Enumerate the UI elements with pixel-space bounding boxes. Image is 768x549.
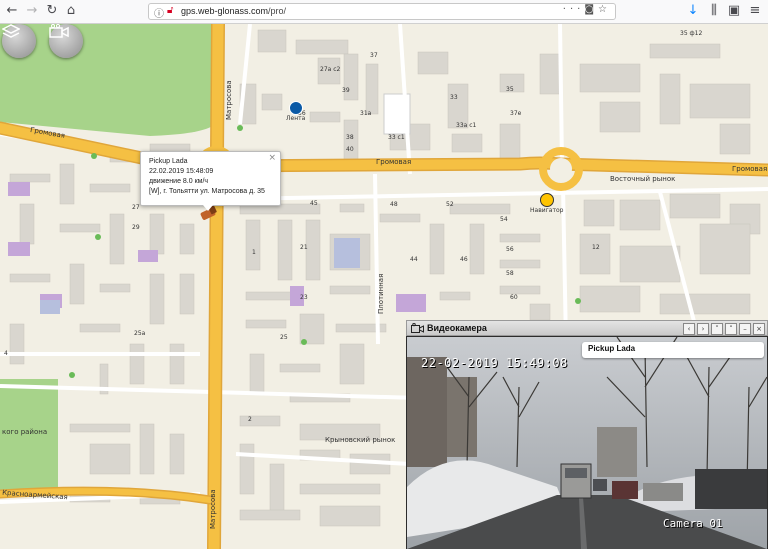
house-number: 25: [280, 334, 288, 341]
bookmark-star-icon[interactable]: ☆: [598, 4, 611, 15]
poi-label-lenta: Лента: [286, 115, 306, 122]
popup-close-button[interactable]: ×: [268, 153, 276, 163]
next-icon[interactable]: ›: [697, 323, 709, 335]
house-number: 45: [310, 200, 318, 207]
sidebar-icon[interactable]: ▣: [726, 3, 742, 19]
house-number: 46: [460, 256, 468, 263]
house-number: 37: [370, 52, 378, 59]
video-camera-icon: [49, 24, 69, 38]
navigator-poi-icon[interactable]: [540, 193, 554, 207]
download-icon[interactable]: ↓: [685, 3, 701, 19]
house-number: 12: [592, 244, 600, 251]
video-vehicle-label: Pickup Lada: [582, 342, 764, 358]
house-number: 23: [300, 294, 308, 301]
house-number: 2: [248, 416, 252, 423]
place-label-park: кого района: [2, 428, 48, 436]
place-label-vostochny: Восточный рынок: [610, 175, 676, 183]
house-number: 60: [510, 294, 518, 301]
house-number: 56: [506, 246, 514, 253]
house-number: 40: [346, 146, 354, 153]
info-icon[interactable]: ⓘ: [154, 5, 164, 20]
browser-toolbar: ← → ↻ ⌂ ⓘ 🔓︎ gps.web-glonass.com/pro/ ··…: [0, 0, 768, 24]
house-number: 27: [132, 204, 140, 211]
window-controls: ‹ › ˅ ˄ – ×: [683, 323, 765, 335]
layers-icon: [2, 24, 20, 38]
video-camera-label: Camera 01: [663, 517, 723, 530]
house-number: 39: [342, 87, 350, 94]
house-number: 1: [252, 249, 256, 256]
lenta-store-icon[interactable]: [289, 101, 303, 115]
house-number: 33а с1: [456, 122, 477, 129]
house-number: 31а: [360, 110, 372, 117]
house-number: 44: [410, 256, 418, 263]
house-number: 48: [390, 201, 398, 208]
house-number: 35: [506, 86, 514, 93]
house-number: 58: [506, 270, 514, 277]
reload-icon[interactable]: ↻: [44, 3, 60, 19]
video-window-header[interactable]: Видеокамера ‹ › ˅ ˄ – ×: [406, 320, 768, 336]
street-label-plotinnaya: Плотинная: [377, 273, 385, 314]
forward-arrow-icon[interactable]: →: [24, 3, 40, 19]
more-actions-icon[interactable]: ···: [563, 4, 585, 15]
map-layers-button[interactable]: [2, 24, 36, 58]
popup-datetime: 22.02.2019 15:48:09: [149, 168, 214, 175]
video-window-title: Видеокамера: [427, 323, 487, 333]
video-frame[interactable]: 22-02-2019 15:49:08 Camera 01: [407, 337, 767, 549]
insecure-lock-icon[interactable]: 🔓︎: [167, 5, 173, 16]
house-number: 27а с2: [320, 66, 341, 73]
house-number: 54: [500, 216, 508, 223]
url-path: /pro/: [268, 6, 287, 16]
address-bar[interactable]: ⓘ 🔓︎ gps.web-glonass.com/pro/ ···◙☆: [148, 3, 616, 20]
house-number: 4: [4, 350, 8, 357]
close-icon[interactable]: ×: [753, 323, 765, 335]
prev-icon[interactable]: ‹: [683, 323, 695, 335]
collapse-icon[interactable]: ˅: [711, 323, 723, 335]
house-number: 29: [132, 224, 140, 231]
house-number: 52: [446, 201, 454, 208]
house-number: 35 ф12: [680, 30, 703, 37]
back-arrow-icon[interactable]: ←: [4, 3, 20, 19]
street-label-matrosova-bottom: Матросова: [209, 489, 217, 529]
street-label-gromovaya-right: Громовая: [732, 165, 768, 173]
library-icon[interactable]: ⫼: [706, 3, 722, 19]
popup-speed: движение 8.0 км/ч: [149, 178, 209, 185]
url-host: gps.web-glonass.com: [181, 6, 269, 16]
pocket-icon[interactable]: ◙: [584, 4, 598, 15]
vehicle-info-popup: × Pickup Lada 22.02.2019 15:48:09 движен…: [140, 151, 281, 206]
street-label-gromovaya-mid: Громовая: [376, 158, 412, 166]
popup-address: [W], г. Тольятти ул. Матросова д. 35: [149, 188, 265, 195]
popup-tail: [203, 205, 213, 211]
page-actions: ···◙☆: [563, 4, 611, 15]
house-number: 38: [346, 134, 354, 141]
video-timestamp: 22-02-2019 15:49:08: [421, 356, 568, 370]
house-number: 37е: [510, 110, 522, 117]
expand-icon[interactable]: ˄: [725, 323, 737, 335]
home-icon[interactable]: ⌂: [63, 3, 79, 19]
house-number: 33 с1: [388, 134, 405, 141]
url-text: gps.web-glonass.com/pro/: [181, 6, 286, 16]
place-label-krynovsky: Крыновский рынок: [325, 436, 396, 444]
house-number: 21: [300, 244, 308, 251]
video-camera-button[interactable]: [49, 24, 83, 58]
house-number: 25а: [134, 330, 146, 337]
poi-label-navigator: Навигатор: [530, 207, 564, 214]
camera-icon: [411, 323, 424, 333]
menu-icon[interactable]: ≡: [747, 3, 763, 19]
popup-vehicle-name: Pickup Lada: [149, 158, 188, 165]
minimize-icon[interactable]: –: [739, 323, 751, 335]
house-number: 33: [450, 94, 458, 101]
street-label-matrosova-top: Матросова: [225, 80, 233, 120]
